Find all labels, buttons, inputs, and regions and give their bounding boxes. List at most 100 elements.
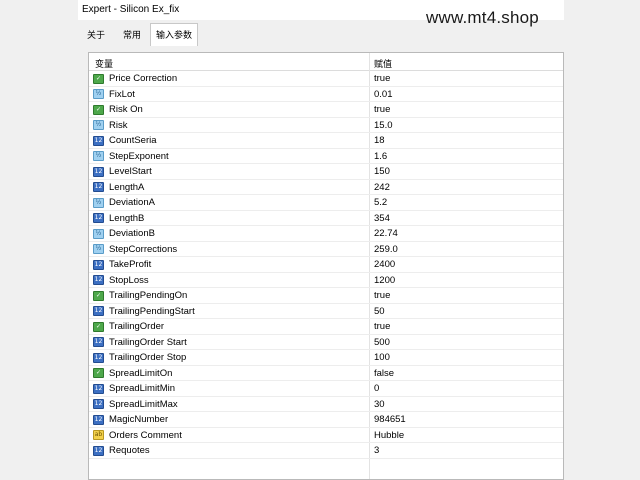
parameter-row[interactable]: ✓ SpreadLimitOn false: [89, 366, 563, 381]
parameter-value[interactable]: 15.0: [374, 118, 393, 133]
bool-icon: ✓: [93, 321, 104, 332]
parameter-value[interactable]: 242: [374, 180, 390, 195]
parameter-name-cell: ✓ Price Correction: [93, 71, 363, 86]
parameter-value[interactable]: 0.01: [374, 87, 393, 102]
parameter-name: StepExponent: [109, 150, 169, 162]
parameter-name: LengthA: [109, 181, 145, 193]
parameter-name-cell: ½ DeviationA: [93, 195, 363, 210]
parameter-name: DeviationB: [109, 228, 155, 239]
parameter-name-cell: 12 LevelStart: [93, 164, 363, 179]
parameter-name-cell: ab Orders Comment: [93, 428, 363, 443]
parameter-row[interactable]: ✓ Risk On true: [89, 102, 563, 118]
parameter-name: Requotes: [109, 445, 150, 456]
parameter-value[interactable]: 354: [374, 211, 390, 226]
parameter-row[interactable]: 12 LengthA 242: [89, 180, 563, 195]
parameter-row[interactable]: ½ Risk 15.0: [89, 118, 563, 133]
parameter-name: CountSeria: [109, 135, 157, 146]
parameter-name-cell: ✓ TrailingOrder: [93, 319, 363, 334]
parameter-name: TrailingOrder Stop: [109, 352, 187, 363]
parameter-name: Risk On: [109, 104, 143, 115]
parameter-value[interactable]: 1.6: [374, 149, 387, 164]
parameter-row[interactable]: 12 CountSeria 18: [89, 133, 563, 149]
string-icon: ab: [93, 430, 104, 440]
parameter-row[interactable]: ✓ Price Correction true: [89, 71, 563, 87]
int-icon: 12: [93, 414, 104, 425]
parameter-value[interactable]: Hubble: [374, 428, 404, 443]
parameter-row[interactable]: 12 MagicNumber 984651: [89, 412, 563, 428]
parameter-name: FixLot: [109, 88, 135, 100]
double-icon: ½: [93, 89, 104, 99]
watermark-text: www.mt4.shop: [426, 8, 539, 27]
parameter-value[interactable]: 500: [374, 335, 390, 350]
parameter-name: TrailingPendingOn: [109, 290, 188, 301]
column-header-variable[interactable]: 变量: [95, 57, 113, 70]
tab-about[interactable]: 关于: [84, 26, 108, 45]
parameter-row[interactable]: ½ DeviationB 22.74: [89, 226, 563, 242]
int-icon: 12: [93, 275, 104, 285]
parameter-name-cell: 12 StopLoss: [93, 273, 363, 288]
tab-inputs[interactable]: 输入参数: [150, 23, 198, 46]
parameter-row[interactable]: 12 SpreadLimitMax 30: [89, 397, 563, 412]
inputs-grid[interactable]: 变量 赋值 ✓ Price Correction true ½ FixLot 0.01 ✓ R…: [88, 52, 564, 480]
parameter-value[interactable]: 259.0: [374, 242, 398, 257]
double-icon: ½: [93, 244, 104, 254]
parameter-value[interactable]: false: [374, 366, 394, 381]
parameter-name-cell: ✓ TrailingPendingOn: [93, 288, 363, 303]
parameter-name: SpreadLimitOn: [109, 367, 173, 379]
parameter-row[interactable]: 12 LengthB 354: [89, 211, 563, 226]
parameter-row[interactable]: ½ FixLot 0.01: [89, 87, 563, 102]
parameter-value[interactable]: true: [374, 102, 390, 117]
parameter-row[interactable]: ✓ TrailingPendingOn true: [89, 288, 563, 304]
parameter-name: SpreadLimitMin: [109, 383, 175, 394]
parameter-row[interactable]: 12 TrailingPendingStart 50: [89, 304, 563, 319]
parameter-name: LengthB: [109, 212, 145, 224]
parameter-value[interactable]: 30: [374, 397, 385, 412]
parameter-name-cell: 12 TrailingOrder Start: [93, 335, 363, 350]
parameter-row[interactable]: ½ StepCorrections 259.0: [89, 242, 563, 257]
parameter-name-cell: 12 CountSeria: [93, 133, 363, 148]
parameter-value[interactable]: 150: [374, 164, 390, 179]
parameter-row[interactable]: 12 SpreadLimitMin 0: [89, 381, 563, 397]
parameter-name-cell: 12 TakeProfit: [93, 257, 363, 272]
parameter-name: TakeProfit: [109, 259, 152, 270]
int-icon: 12: [93, 166, 104, 177]
parameter-value[interactable]: true: [374, 71, 390, 86]
parameter-value[interactable]: 22.74: [374, 226, 398, 241]
double-icon: ½: [93, 197, 104, 208]
window-title: Expert - Silicon Ex_fix: [82, 4, 180, 15]
double-icon: ½: [93, 120, 104, 130]
parameter-row[interactable]: ½ DeviationA 5.2: [89, 195, 563, 211]
parameter-row[interactable]: 12 TrailingOrder Start 500: [89, 335, 563, 350]
parameter-name-cell: 12 LengthB: [93, 211, 363, 226]
parameter-name-cell: ½ StepCorrections: [93, 242, 363, 257]
parameter-row[interactable]: 12 TakeProfit 2400: [89, 257, 563, 273]
parameter-value[interactable]: 0: [374, 381, 379, 396]
parameter-value[interactable]: 3: [374, 443, 379, 458]
parameter-value[interactable]: 18: [374, 133, 385, 148]
parameter-value[interactable]: true: [374, 319, 390, 334]
parameter-row[interactable]: 12 Requotes 3: [89, 443, 563, 459]
bool-icon: ✓: [93, 368, 104, 378]
parameter-row[interactable]: 12 StopLoss 1200: [89, 273, 563, 288]
int-icon: 12: [93, 445, 104, 456]
parameter-value[interactable]: 50: [374, 304, 385, 319]
parameter-name: TrailingPendingStart: [109, 305, 195, 317]
tab-common[interactable]: 常用: [118, 26, 146, 45]
parameter-value[interactable]: true: [374, 288, 390, 303]
parameter-value[interactable]: 984651: [374, 412, 406, 427]
column-header-value[interactable]: 赋值: [374, 57, 392, 70]
int-icon: 12: [93, 213, 104, 223]
parameter-value[interactable]: 5.2: [374, 195, 387, 210]
parameter-value[interactable]: 2400: [374, 257, 395, 272]
parameter-row[interactable]: 12 TrailingOrder Stop 100: [89, 350, 563, 366]
parameter-name-cell: 12 LengthA: [93, 180, 363, 195]
parameter-row[interactable]: 12 LevelStart 150: [89, 164, 563, 180]
parameter-name-cell: ½ Risk: [93, 118, 363, 133]
parameter-row[interactable]: ab Orders Comment Hubble: [89, 428, 563, 443]
parameter-name: Orders Comment: [109, 429, 182, 441]
parameter-row[interactable]: ✓ TrailingOrder true: [89, 319, 563, 335]
parameter-name-cell: ½ FixLot: [93, 87, 363, 102]
parameter-value[interactable]: 1200: [374, 273, 395, 288]
parameter-row[interactable]: ½ StepExponent 1.6: [89, 149, 563, 164]
parameter-value[interactable]: 100: [374, 350, 390, 365]
